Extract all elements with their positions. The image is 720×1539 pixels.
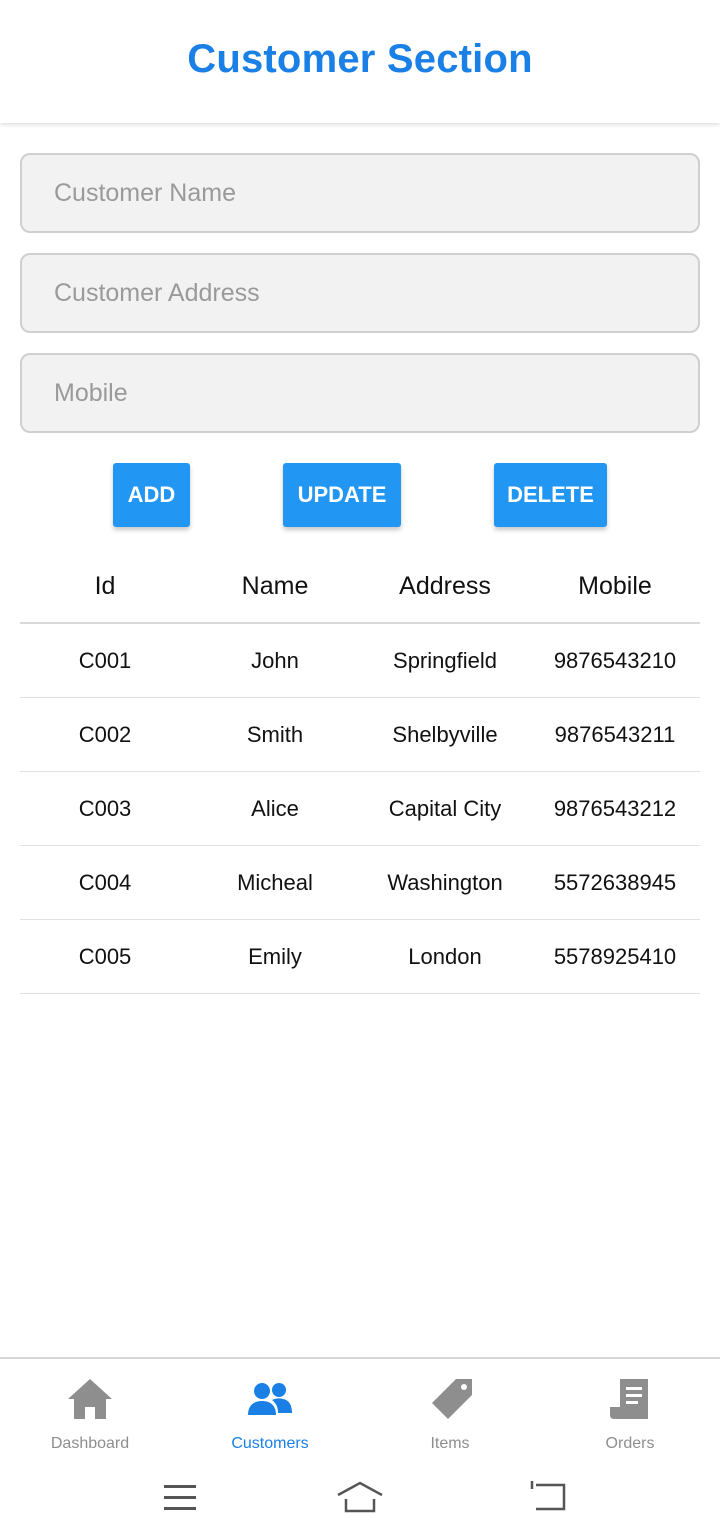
customer-table: Id Name Address Mobile C001 John Springf…: [20, 550, 700, 994]
table-row[interactable]: C003 Alice Capital City 9876543212: [20, 772, 700, 846]
cell-name: Emily: [248, 943, 302, 969]
tab-label: Items: [430, 1435, 470, 1452]
cell-address: Springfield: [393, 647, 497, 673]
cell-id: C003: [78, 795, 132, 821]
cell-name: John: [251, 647, 299, 673]
back-nav-icon[interactable]: [524, 1477, 572, 1517]
tab-label: Dashboard: [50, 1435, 130, 1452]
cell-mobile: 9876543210: [553, 647, 677, 673]
home-icon: [68, 1379, 112, 1419]
column-header-name: Name: [241, 571, 309, 600]
header: Customer Section: [0, 0, 720, 123]
cell-mobile: 9876543212: [553, 795, 677, 821]
cell-mobile: 9876543211: [554, 721, 676, 747]
cell-address: Capital City: [388, 795, 502, 821]
bottom-tab-bar: Dashboard Customers Items Orders: [0, 1357, 720, 1463]
tab-customers[interactable]: Customers: [180, 1359, 360, 1463]
table-row[interactable]: C002 Smith Shelbyville 9876543211: [20, 698, 700, 772]
cell-mobile: 5578925410: [553, 943, 677, 969]
cell-id: C004: [78, 869, 132, 895]
update-button[interactable]: UPDATE: [283, 463, 401, 527]
cell-id: C002: [78, 721, 132, 747]
home-nav-icon[interactable]: [336, 1477, 384, 1517]
mobile-input[interactable]: [20, 353, 700, 433]
cell-address: London: [408, 943, 482, 969]
app-screen: Customer Section ADD UPDATE DELETE Id Na…: [0, 0, 720, 1539]
table-header: Id Name Address Mobile: [20, 550, 700, 624]
recent-apps-icon[interactable]: [156, 1477, 204, 1517]
table-row[interactable]: C004 Micheal Washington 5572638945: [20, 846, 700, 920]
cell-id: C001: [78, 647, 132, 673]
tab-label: Customers: [231, 1435, 309, 1452]
system-navigation-bar: [0, 1463, 720, 1539]
receipt-icon: [610, 1379, 648, 1419]
people-icon: [248, 1383, 292, 1415]
column-header-address: Address: [399, 571, 491, 600]
cell-mobile: 5572638945: [553, 869, 677, 895]
tab-label: Orders: [605, 1435, 655, 1452]
cell-name: Smith: [246, 721, 304, 747]
customer-address-input[interactable]: [20, 253, 700, 333]
column-header-id: Id: [94, 571, 116, 600]
delete-button[interactable]: DELETE: [494, 463, 607, 527]
add-button[interactable]: ADD: [113, 463, 190, 527]
tab-items[interactable]: Items: [360, 1359, 540, 1463]
cell-name: Alice: [251, 795, 299, 821]
column-header-mobile: Mobile: [578, 571, 652, 600]
cell-address: Washington: [387, 869, 503, 895]
cell-address: Shelbyville: [392, 721, 498, 747]
tag-icon: [432, 1379, 472, 1419]
cell-id: C005: [78, 943, 132, 969]
table-row[interactable]: C005 Emily London 5578925410: [20, 920, 700, 994]
page-title: Customer Section: [187, 37, 533, 81]
customer-name-input[interactable]: [20, 153, 700, 233]
tab-dashboard[interactable]: Dashboard: [0, 1359, 180, 1463]
tab-orders[interactable]: Orders: [540, 1359, 720, 1463]
cell-name: Micheal: [237, 869, 313, 895]
table-row[interactable]: C001 John Springfield 9876543210: [20, 624, 700, 698]
